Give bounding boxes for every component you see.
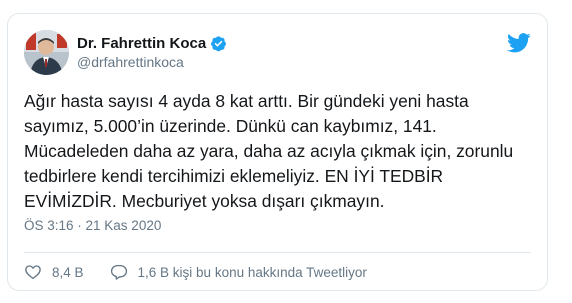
divider: [24, 252, 531, 253]
author-display-name[interactable]: Dr. Fahrettin Koca: [77, 35, 206, 52]
tweet-actions: 8,4 B 1,6 B kişi bu konu hakkında Tweetl…: [24, 262, 367, 282]
display-name-row: Dr. Fahrettin Koca: [77, 33, 227, 53]
twitter-bird-icon[interactable]: [507, 33, 531, 53]
tweet-text: Ağır hasta sayısı 4 ayda 8 kat arttı. Bi…: [24, 91, 514, 211]
heart-icon: [25, 265, 41, 280]
conversation-button[interactable]: 1,6 B kişi bu konu hakkında Tweetliyor: [110, 263, 367, 281]
avatar[interactable]: [24, 30, 69, 75]
verified-badge-icon: [211, 35, 227, 51]
conversation-text: 1,6 B kişi bu konu hakkında Tweetliyor: [137, 264, 367, 280]
avatar-photo: [24, 30, 69, 75]
tweet-card: Dr. Fahrettin Koca @drfahrettinkoca Ağır…: [7, 13, 548, 291]
comment-icon: [110, 264, 127, 280]
like-button[interactable]: 8,4 B: [24, 263, 84, 281]
like-count: 8,4 B: [52, 264, 84, 280]
tweet-timestamp[interactable]: ÖS 3:16 · 21 Kas 2020: [24, 218, 161, 233]
tweet-header: Dr. Fahrettin Koca @drfahrettinkoca: [24, 30, 531, 80]
author-names: Dr. Fahrettin Koca @drfahrettinkoca: [77, 33, 227, 70]
author-handle[interactable]: @drfahrettinkoca: [77, 54, 227, 70]
